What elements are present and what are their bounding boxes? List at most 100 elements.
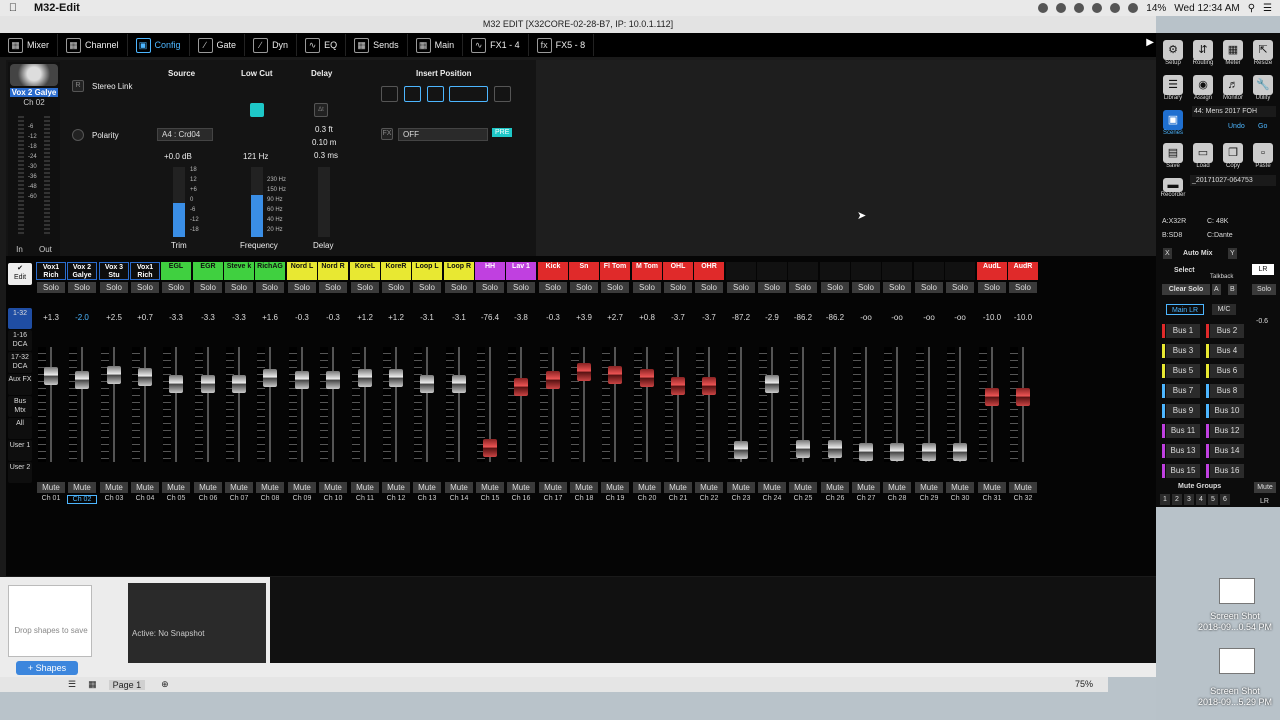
fader-knob[interactable] [1016,388,1030,406]
channel-name[interactable]: Nord R [318,262,348,280]
save-button[interactable]: ▤ Save [1160,143,1186,169]
channel-name[interactable] [757,262,787,280]
clock[interactable]: Wed 12:34 AM [1174,3,1239,14]
channel-number[interactable]: Ch 15 [475,495,505,502]
mute-button[interactable]: Mute [664,482,692,493]
mute-button[interactable]: Mute [507,482,535,493]
channel-name[interactable]: Nord L [287,262,317,280]
layer-user-2[interactable]: User 2 [8,462,32,483]
channel-name[interactable]: Vox 3 Stu [99,262,129,280]
zoom-level[interactable]: 75% [1075,679,1093,689]
trim-slider[interactable] [173,167,185,237]
solo-button[interactable]: Solo [883,282,911,293]
bus-button[interactable]: Bus 16 [1210,464,1244,478]
solo-button[interactable]: Solo [382,282,410,293]
bus-button[interactable]: Bus 14 [1210,444,1244,458]
polarity-toggle[interactable] [72,129,84,141]
channel-number[interactable]: Ch 07 [224,495,254,502]
app-name[interactable]: M32-Edit [34,2,80,14]
expand-arrow-icon[interactable]: ▶ [1146,37,1154,48]
channel-number[interactable]: Ch 26 [820,495,850,502]
tab-dyn[interactable]: ∕ Dyn [245,34,298,56]
insert-pos-delay-icon[interactable] [381,86,398,102]
channel-number[interactable]: Ch 20 [632,495,662,502]
channel-number[interactable]: Ch 08 [255,495,285,502]
setup-button[interactable]: ⚙ Setup [1160,40,1186,66]
main-lr-button[interactable]: Main LR [1166,304,1204,315]
channel-number[interactable]: Ch 32 [1008,495,1038,502]
talkback-a-button[interactable]: A [1212,284,1221,295]
mute-button[interactable]: Mute [633,482,661,493]
channel-name[interactable]: Vox1 Rich [36,262,66,280]
channel-number[interactable]: Ch 12 [381,495,411,502]
utility-button[interactable]: 🔧 Utility [1250,75,1276,101]
fader-knob[interactable] [138,368,152,386]
tab-mixer[interactable]: ▦ Mixer [0,34,58,56]
library-button[interactable]: ☰ Library [1160,75,1186,101]
layer-user-1[interactable]: User 1 [8,440,32,461]
channel-number[interactable]: Ch 27 [851,495,881,502]
mute-button[interactable]: Mute [570,482,598,493]
fader-knob[interactable] [734,441,748,459]
channel-name[interactable]: Sn [569,262,599,280]
mute-button[interactable]: Mute [821,482,849,493]
bus-button[interactable]: Bus 6 [1210,364,1244,378]
channel-name[interactable]: AudL [977,262,1007,280]
mc-button[interactable]: M/C [1212,304,1236,315]
bus-button[interactable]: Bus 4 [1210,344,1244,358]
delay-slider[interactable] [318,167,330,237]
fader-knob[interactable] [169,375,183,393]
delay-toggle[interactable]: Δt [314,103,328,117]
channel-name[interactable]: Lav 1 [506,262,536,280]
layer-17-32-dca[interactable]: 17-32 DCA [8,352,32,373]
solo-button[interactable]: Solo [194,282,222,293]
fader-knob[interactable] [828,440,842,458]
automix-y-button[interactable]: Y [1228,248,1237,259]
mute-button[interactable]: Mute [476,482,504,493]
bus-button[interactable]: Bus 9 [1166,404,1200,418]
mute-button[interactable]: Mute [758,482,786,493]
mute-button[interactable]: Mute [37,482,65,493]
fader-knob[interactable] [201,375,215,393]
channel-number[interactable]: Ch 10 [318,495,348,502]
channel-name[interactable]: Fl Tom [600,262,630,280]
lowcut-slider[interactable] [251,167,263,237]
mute-button[interactable]: Mute [319,482,347,493]
fader-knob[interactable] [44,367,58,385]
bus-button[interactable]: Bus 2 [1210,324,1244,338]
bus-button[interactable]: Bus 7 [1166,384,1200,398]
channel-name[interactable] [882,262,912,280]
mute-button[interactable]: Mute [727,482,755,493]
talkback-b-button[interactable]: B [1228,284,1237,295]
channel-number[interactable]: Ch 16 [506,495,536,502]
mute-group-button[interactable]: 3 [1184,494,1194,505]
bus-button[interactable]: Bus 11 [1166,424,1200,438]
insert-pos-gate-icon[interactable] [427,86,444,102]
solo-button[interactable]: Solo [225,282,253,293]
layer-1-16-dca[interactable]: 1-16 DCA [8,330,32,351]
channel-name[interactable] [726,262,756,280]
screenshot-thumbnail[interactable] [1219,648,1255,674]
bus-button[interactable]: Bus 1 [1166,324,1200,338]
mute-button[interactable]: Mute [852,482,880,493]
channel-number[interactable]: Ch 24 [757,495,787,502]
bus-button[interactable]: Bus 12 [1210,424,1244,438]
channel-name[interactable]: M Tom [632,262,662,280]
fader-knob[interactable] [263,369,277,387]
lr-select-button[interactable]: LR [1252,264,1274,275]
channel-number[interactable]: Ch 05 [161,495,191,502]
mute-button[interactable]: Mute [382,482,410,493]
assign-button[interactable]: ◉ Assign [1190,75,1216,101]
channel-number[interactable]: Ch 02 [67,495,97,504]
solo-button[interactable]: Solo [633,282,661,293]
solo-button[interactable]: Solo [476,282,504,293]
list-view-icon[interactable]: ☰ [68,679,76,690]
mute-button[interactable]: Mute [225,482,253,493]
fader-knob[interactable] [389,369,403,387]
channel-name[interactable]: Vox1 Rich [130,262,160,280]
solo-button[interactable]: Solo [570,282,598,293]
recorder-button[interactable]: ▬ Recorder [1160,178,1186,198]
fader-knob[interactable] [702,377,716,395]
solo-button[interactable]: Solo [37,282,65,293]
apple-icon[interactable]:  [0,2,26,14]
